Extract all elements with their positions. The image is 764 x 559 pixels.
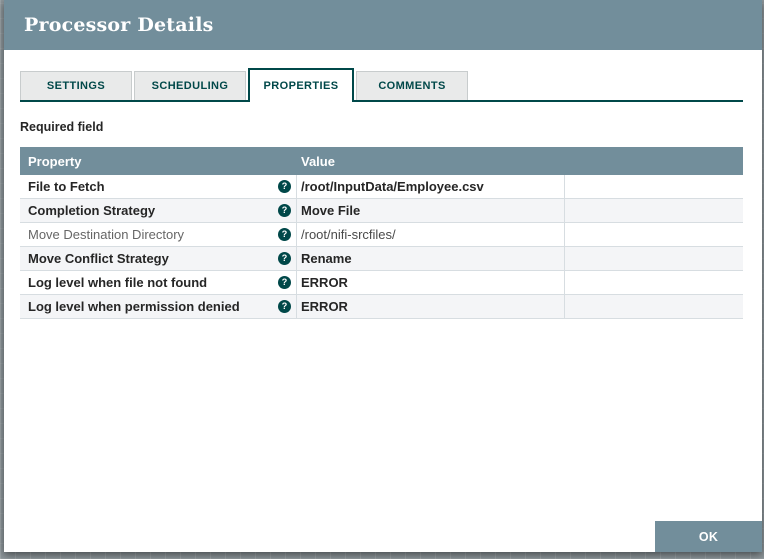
property-value: ERROR [297,271,565,294]
help-icon[interactable]: ? [278,228,291,241]
tab-scheduling[interactable]: SCHEDULING [134,71,246,100]
empty-cell [565,295,743,318]
table-row: Completion Strategy? Move File [20,199,743,223]
property-value: Move File [297,199,565,222]
properties-table-header: Property Value [20,147,743,175]
empty-cell [565,247,743,270]
dialog-body: SETTINGS SCHEDULING PROPERTIES COMMENTS … [4,68,762,319]
property-value: /root/InputData/Employee.csv [297,175,565,198]
ok-button[interactable]: OK [655,521,762,552]
tab-properties[interactable]: PROPERTIES [248,68,354,102]
table-row: Move Destination Directory?/root/nifi-sr… [20,223,743,247]
tab-bar: SETTINGS SCHEDULING PROPERTIES COMMENTS [20,68,743,102]
property-name-cell: Move Conflict Strategy? [20,247,297,270]
processor-details-dialog: Processor Details SETTINGS SCHEDULING PR… [4,0,762,552]
property-name-cell: File to Fetch? [20,175,297,198]
property-name-cell: Log level when file not found? [20,271,297,294]
property-name: Move Conflict Strategy [28,251,169,266]
help-icon[interactable]: ? [278,204,291,217]
properties-table-body: File to Fetch?/root/InputData/Employee.c… [20,175,743,319]
dialog-title: Processor Details [24,14,214,36]
column-header-value: Value [301,153,335,169]
table-row: File to Fetch?/root/InputData/Employee.c… [20,175,743,199]
empty-cell [565,271,743,294]
property-name: Completion Strategy [28,203,156,218]
property-name-cell: Move Destination Directory? [20,223,297,246]
help-icon[interactable]: ? [278,252,291,265]
empty-cell [565,199,743,222]
table-row: Move Conflict Strategy? Rename [20,247,743,271]
column-header-property: Property [28,153,82,169]
help-icon[interactable]: ? [278,300,291,313]
property-value: ERROR [297,295,565,318]
empty-cell [565,175,743,198]
property-name: Log level when file not found [28,275,208,290]
property-value: Rename [297,247,565,270]
table-row: Log level when file not found? ERROR [20,271,743,295]
property-value: /root/nifi-srcfiles/ [297,223,565,246]
dialog-header: Processor Details [4,0,762,50]
property-name: Log level when permission denied [28,299,240,314]
property-name-cell: Completion Strategy? [20,199,297,222]
property-name: File to Fetch [28,179,105,194]
properties-table: Property Value File to Fetch?/root/Input… [20,147,743,319]
required-field-label: Required field [20,120,104,134]
property-name-cell: Log level when permission denied? [20,295,297,318]
help-icon[interactable]: ? [278,180,291,193]
property-name: Move Destination Directory [28,227,185,242]
tab-settings[interactable]: SETTINGS [20,71,132,100]
table-row: Log level when permission denied? ERROR [20,295,743,319]
tab-comments[interactable]: COMMENTS [356,71,468,100]
empty-cell [565,223,743,246]
help-icon[interactable]: ? [278,276,291,289]
